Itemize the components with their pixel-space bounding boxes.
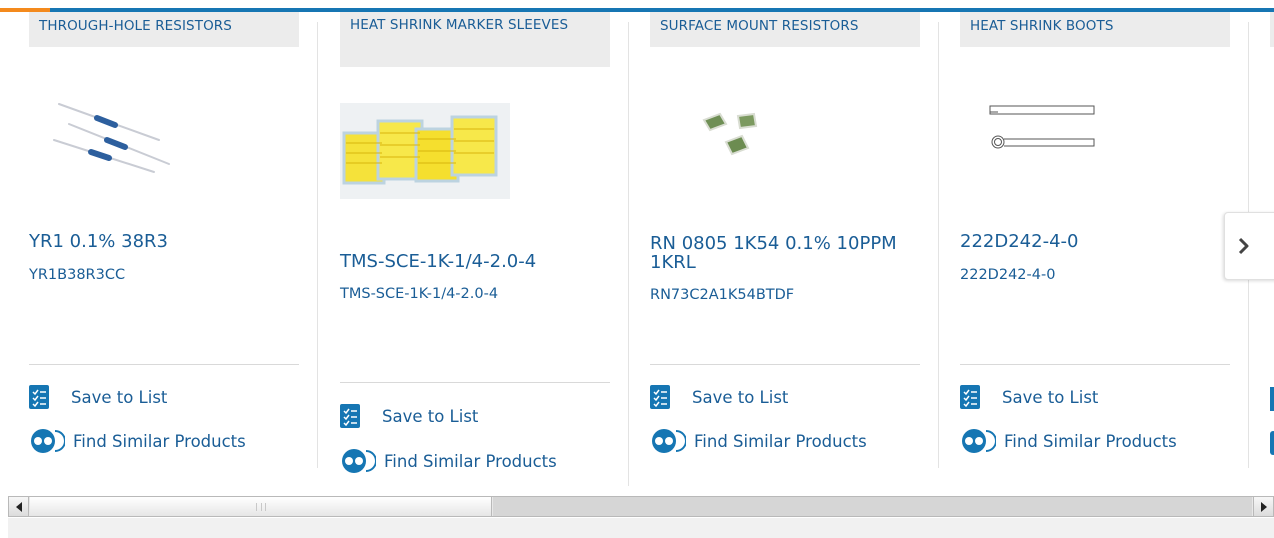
save-to-list-button[interactable]: Save to List [340,404,478,428]
checklist-icon [960,385,980,409]
triangle-left-icon [15,501,22,512]
product-carousel: THROUGH-HOLE RESISTORS YR1 0.1% 38R3 YR1… [0,12,1274,490]
triangle-right-icon [1260,501,1267,512]
product-name-link[interactable]: RN 0805 1K54 0.1% 10PPM 1KRL [650,234,920,272]
marker-sleeves-image[interactable] [340,103,510,199]
find-similar-button[interactable]: Find Similar Products [960,427,1177,455]
save-to-list-label: Save to List [692,387,789,407]
category-label[interactable]: HEAT SHRINK MARKER SLEEVES [340,12,610,67]
scrollbar-thumb[interactable] [30,497,492,516]
horizontal-scrollbar[interactable] [8,496,1274,517]
part-number-link[interactable]: YR1B38R3CC [29,266,299,284]
checklist-icon [650,385,670,409]
product-card: THROUGH-HOLE RESISTORS YR1 0.1% 38R3 YR1… [8,12,318,487]
category-label[interactable]: SURFACE MOUNT RESISTORS [650,12,920,47]
card-separator [960,364,1230,365]
find-similar-button[interactable]: Find Similar Products [650,427,867,455]
checklist-icon [29,385,49,409]
product-name-link[interactable]: YR1 0.1% 38R3 [29,232,299,251]
smd-resistors-image[interactable] [650,90,820,186]
category-label[interactable]: THROUGH-HOLE RESISTORS [29,12,299,47]
save-to-list-label: Save to List [71,387,168,407]
save-to-list-button[interactable]: Save to List [650,385,788,409]
part-number-link[interactable]: RN73C2A1K54BTDF [650,286,920,304]
carousel-next-button[interactable] [1224,212,1274,280]
find-similar-icon [31,429,65,453]
find-similar-label: Find Similar Products [73,431,246,451]
scroll-right-button[interactable] [1253,497,1273,516]
find-similar-button[interactable]: Find Similar Products [340,447,557,475]
find-similar-label: Find Similar Products [694,431,867,451]
scrollbar-trough[interactable] [493,497,1252,516]
category-label[interactable]: HEAT SHRINK BOOTS [960,12,1230,47]
product-card: HEAT SHRINK MARKER SLEEVES TMS-SCE-1K-1/… [319,12,629,487]
save-to-list-button[interactable]: Save to List [960,385,1098,409]
find-similar-button[interactable]: Find Similar Products [29,427,246,455]
card-separator [29,364,299,365]
product-name-link[interactable]: 222D242-4-0 [960,232,1230,251]
product-name-link[interactable]: TMS-SCE-1K-1/4-2.0-4 [340,252,610,271]
card-divider [317,22,318,468]
product-card: HEAT SHRINK BOOTS 222D242-4-0 222D242-4-… [939,12,1249,487]
find-similar-label: Find Similar Products [1004,431,1177,451]
part-number-link[interactable]: 222D242-4-0 [960,266,1230,284]
checklist-icon [340,404,360,428]
save-to-list-label: Save to List [382,406,479,426]
category-label-partial[interactable] [1270,12,1274,47]
carousel-track: THROUGH-HOLE RESISTORS YR1 0.1% 38R3 YR1… [8,12,1274,490]
find-similar-label: Find Similar Products [384,451,557,471]
checklist-icon [1270,387,1274,411]
footer-strip [8,518,1274,538]
heat-shrink-boot-drawing[interactable] [960,90,1130,186]
part-number-link[interactable]: TMS-SCE-1K-1/4-2.0-4 [340,285,610,303]
save-to-list-button[interactable]: Save to List [29,385,167,409]
find-similar-icon [342,449,376,473]
find-similar-icon [652,429,686,453]
card-separator [340,382,610,383]
chevron-right-icon [1238,237,1249,255]
find-similar-icon [962,429,996,453]
product-card: SURFACE MOUNT RESISTORS RN 0805 1K54 0.1… [629,12,939,487]
card-separator [650,364,920,365]
find-similar-icon [1270,431,1274,455]
scrollbar-grip [256,503,266,511]
axial-resistors-image[interactable] [29,90,199,186]
scroll-left-button[interactable] [9,497,29,516]
save-to-list-label: Save to List [1002,387,1099,407]
